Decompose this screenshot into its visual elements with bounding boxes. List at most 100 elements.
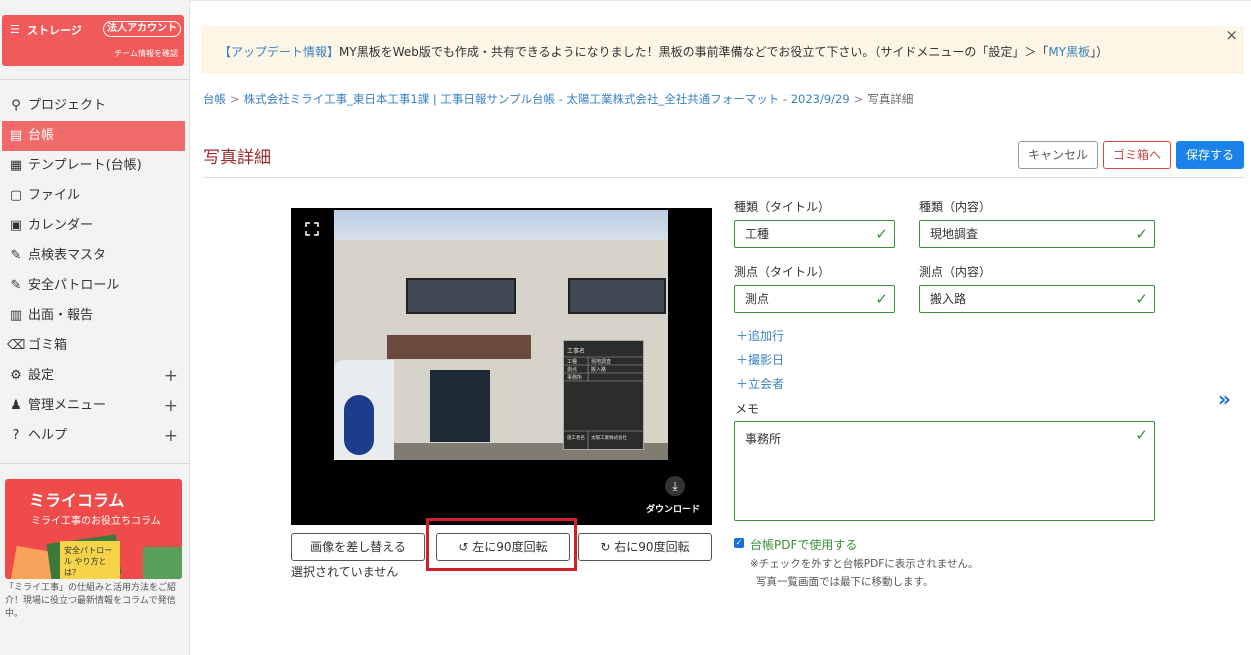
breadcrumb-root[interactable]: 台帳 [203, 92, 226, 106]
column-banner[interactable]: 安全パトロール やり方とは？ ミライコラム ミライ工事のお役立ちコラム [5, 479, 182, 579]
sidebar-item-label: 出面・報告 [28, 308, 94, 323]
board-key: 施工者名 [567, 434, 585, 441]
update-notice: 【アップデート情報】MY黒板をWeb版でも作成・共有できるようになりました！黒板… [201, 26, 1244, 74]
save-button[interactable]: 保存する [1176, 141, 1244, 169]
banner-subtitle: ミライ工事のお役立ちコラム [31, 516, 161, 527]
title-divider [203, 177, 1245, 178]
blackboard-grid: 工事名 工種 現地調査 測点 搬入路 事務所 施工者名 太陽工業株式会社 [564, 347, 645, 451]
photo-vehicle-logo [344, 395, 374, 455]
sidebar-item-label: ゴミ箱 [28, 338, 68, 353]
my-board-link[interactable]: MY黒板 [1048, 45, 1090, 59]
sidebar-item-label: 設定 [28, 368, 55, 383]
rotate-right-label: 右に90度回転 [614, 540, 690, 554]
sidebar-nav: ⚲ プロジェクト ▤ 台帳 ▦ テンプレート(台帳) ▢ ファイル ▣ カレンダ… [0, 91, 190, 451]
sidebar-item-patrol[interactable]: ✎ 安全パトロール [0, 271, 190, 301]
pdf-note-line: 写真一覧画面では最下に移動します。 [756, 576, 934, 588]
type-title-field[interactable]: 工種 ✓ [734, 220, 895, 248]
gear-icon: ⚙ [10, 368, 22, 383]
board-memo: 事務所 [567, 374, 582, 381]
patrol-icon: ✎ [10, 278, 22, 293]
site-photo: 工事名 工種 現地調査 測点 搬入路 事務所 施工者名 太陽工業株式会社 [334, 210, 668, 460]
check-icon: ✓ [1135, 225, 1148, 243]
board-value: 太陽工業株式会社 [591, 434, 627, 441]
point-content-field[interactable]: 搬入路 ✓ [919, 285, 1155, 313]
sidebar-item-trash[interactable]: ⌫ ゴミ箱 [0, 331, 190, 361]
sidebar-item-label: 台帳 [28, 128, 55, 143]
sidebar-divider [0, 463, 190, 464]
template-icon: ▦ [9, 158, 23, 173]
file-status: 選択されていません [291, 565, 399, 579]
type-content-field[interactable]: 現地調査 ✓ [919, 220, 1155, 248]
photo-viewer: 工事名 工種 現地調査 測点 搬入路 事務所 施工者名 太陽工業株式会社 ⤓ ダ… [291, 208, 712, 525]
breadcrumb: 台帳 > 株式会社ミライ工事_東日本工事1課 | 工事日報サンプル台帳 - 太陽工業… [203, 91, 913, 107]
sidebar-item-label: 点検表マスタ [28, 248, 107, 263]
move-to-trash-button[interactable]: ゴミ箱へ [1103, 141, 1171, 169]
expand-icon[interactable]: + [164, 361, 178, 391]
pdf-note-line: ※チェックを外すと台帳PDFに表示されません。 [750, 558, 979, 570]
database-icon: ☰ [10, 23, 20, 36]
add-row-link[interactable]: ＋追加行 [736, 327, 784, 344]
check-icon: ✓ [1135, 290, 1148, 308]
sidebar-item-file[interactable]: ▢ ファイル [0, 181, 190, 211]
breadcrumb-ledger[interactable]: 株式会社ミライ工事_東日本工事1課 | 工事日報サンプル台帳 - 太陽工業株式会… [244, 92, 850, 106]
add-witness-link[interactable]: ＋立会者 [736, 375, 784, 392]
type-content-value: 現地調査 [930, 227, 979, 241]
sidebar-item-help[interactable]: ? ヘルプ + [0, 421, 190, 451]
next-photo-icon[interactable]: » [1218, 387, 1231, 411]
type-content-label: 種類（内容） [919, 200, 992, 214]
use-in-pdf-checkbox[interactable]: ✓ [734, 538, 744, 548]
sidebar-item-settings[interactable]: ⚙ 設定 + [0, 361, 190, 391]
admin-icon: ♟ [10, 398, 22, 413]
storage-panel[interactable]: ☰ ストレージ 法人アカウント チーム情報を確認 [2, 15, 184, 66]
notice-text: 【アップデート情報】MY黒板をWeb版でも作成・共有できるようになりました！黒板… [219, 43, 1108, 60]
sidebar-item-report[interactable]: ▥ 出面・報告 [0, 301, 190, 331]
breadcrumb-separator: > [853, 92, 864, 106]
board-value: 搬入路 [591, 366, 606, 373]
sidebar-item-admin[interactable]: ♟ 管理メニュー + [0, 391, 190, 421]
point-content-label: 測点（内容） [919, 265, 992, 279]
checklist-icon: ✎ [10, 248, 22, 263]
memo-textarea[interactable]: 事務所 ✓ [734, 421, 1155, 521]
photo-window [568, 278, 666, 314]
expand-icon[interactable]: + [164, 391, 178, 421]
cancel-button[interactable]: キャンセル [1018, 141, 1098, 169]
photo-window [406, 278, 516, 314]
pdf-note: ※チェックを外すと台帳PDFに表示されません。 写真一覧画面では最下に移動します… [750, 555, 978, 591]
sidebar-item-checklist[interactable]: ✎ 点検表マスタ [0, 241, 190, 271]
sidebar-item-calendar[interactable]: ▣ カレンダー [0, 211, 190, 241]
sidebar-item-project[interactable]: ⚲ プロジェクト [0, 91, 190, 121]
board-key: 工種 [567, 358, 577, 365]
check-icon: ✓ [875, 290, 888, 308]
add-date-link[interactable]: ＋撮影日 [736, 351, 784, 368]
rotate-right-button[interactable]: ↻ 右に90度回転 [578, 533, 712, 561]
project-icon: ⚲ [11, 98, 21, 113]
board-key: 測点 [567, 366, 577, 373]
memo-label: メモ [735, 402, 760, 416]
sidebar: ☰ ストレージ 法人アカウント チーム情報を確認 ⚲ プロジェクト ▤ 台帳 ▦… [0, 0, 190, 655]
replace-image-button[interactable]: 画像を差し替える [291, 533, 425, 561]
type-title-value: 工種 [745, 227, 770, 241]
ledger-icon: ▤ [9, 128, 23, 143]
expand-icon[interactable]: + [164, 421, 178, 451]
sidebar-item-template[interactable]: ▦ テンプレート(台帳) [0, 151, 190, 181]
banner-description: 「ミライ工事」の仕組みと活用方法をご紹介！現場に役立つ最新情報をコラムで発信中。 [5, 583, 177, 619]
fullscreen-icon[interactable] [305, 222, 319, 236]
sidebar-divider [0, 79, 190, 80]
team-info-link[interactable]: チーム情報を確認 [114, 48, 178, 59]
banner-decoration [143, 547, 182, 579]
sidebar-item-ledger[interactable]: ▤ 台帳 [2, 121, 185, 151]
photo-blackboard: 工事名 工種 現地調査 測点 搬入路 事務所 施工者名 太陽工業株式会社 [563, 340, 645, 451]
download-label[interactable]: ダウンロード [646, 502, 700, 515]
point-title-field[interactable]: 測点 ✓ [734, 285, 895, 313]
use-in-pdf-label[interactable]: 台帳PDFで使用する [750, 536, 857, 553]
notice-link[interactable]: 【アップデート情報】 [219, 45, 339, 59]
close-icon[interactable]: × [1225, 26, 1238, 44]
account-badge[interactable]: 法人アカウント [103, 21, 181, 37]
notice-end: 」） [1090, 45, 1109, 59]
download-icon[interactable]: ⤓ [665, 476, 685, 496]
check-icon: ✓ [1135, 426, 1148, 444]
sidebar-item-label: プロジェクト [28, 98, 107, 113]
help-icon: ? [12, 428, 20, 443]
sidebar-item-label: 管理メニュー [28, 398, 107, 413]
sidebar-item-label: カレンダー [28, 218, 94, 233]
